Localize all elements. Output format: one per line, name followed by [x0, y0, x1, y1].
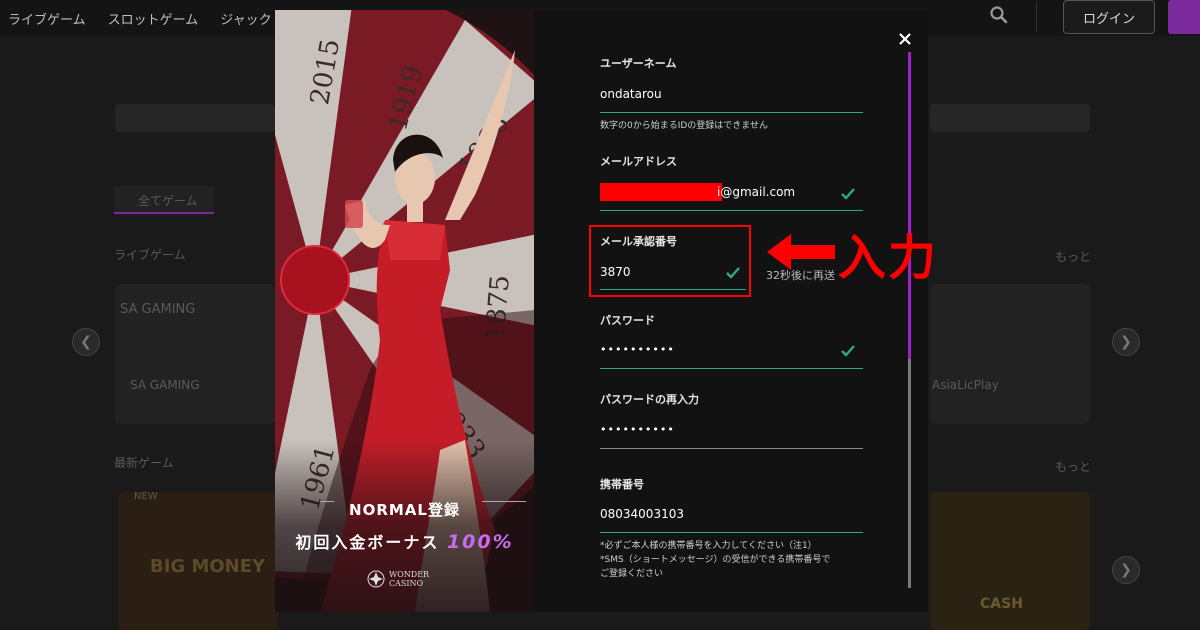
nav-item-jackpot[interactable]: ジャック [220, 9, 271, 28]
game-card-right[interactable] [930, 284, 1090, 424]
brand-logo: WONDER CASINO [367, 570, 429, 588]
game-title-big-money: BIG MONEY [150, 556, 266, 577]
password-confirm-input[interactable]: •••••••••• [600, 423, 675, 436]
phone-underline [600, 532, 863, 533]
provider-caption-right: AsiaLicPlay [932, 378, 999, 392]
promo-illustration: 2015 1919 1968 1875 1933 1961 [275, 10, 534, 612]
promo-bonus-percent: 100% [446, 531, 514, 553]
password-underline [600, 368, 863, 369]
email-valid-check-icon [841, 188, 855, 200]
new-badge: NEW [134, 491, 158, 502]
phone-input[interactable]: 08034003103 [600, 507, 684, 521]
category-tab-label: 全てゲーム [138, 194, 198, 208]
game-title-cash: CASH [980, 596, 1023, 612]
live-games-heading: ライブゲーム [114, 248, 186, 262]
promo-bonus-text: 初回入金ボーナス [295, 533, 440, 552]
more-link-live[interactable]: もっと [1055, 248, 1091, 265]
carousel-next-arrow[interactable]: ❯ [1112, 328, 1140, 356]
username-hint: 数字の0から始まるIDの登録はできません [600, 121, 769, 131]
password-label: パスワード [600, 314, 655, 327]
promo-bonus: 初回入金ボーナス 100% [275, 529, 534, 553]
password-confirm-underline [600, 448, 863, 449]
nav-divider [1036, 2, 1037, 32]
page: ライブゲーム スロットゲーム ジャック ログイン 全てゲーム ライブゲーム もっ… [0, 0, 1200, 630]
more-link-slots[interactable]: もっと [1055, 458, 1091, 475]
email-label: メールアドレス [600, 155, 677, 168]
password-input[interactable]: •••••••••• [600, 343, 675, 356]
nav-item-live-games[interactable]: ライブゲーム [8, 9, 86, 28]
registration-form: ユーザーネーム ondatarou 数字の0から始まるIDの登録はできません メ… [534, 10, 928, 612]
search-icon[interactable] [989, 5, 1009, 25]
login-button[interactable]: ログイン [1063, 0, 1155, 34]
promo-title: NORMAL登録 [349, 501, 460, 519]
phone-hint-line-3: ご登録ください [600, 569, 664, 579]
promo-banner-right [930, 104, 1090, 132]
annotation-arrow-icon [767, 234, 835, 270]
provider-label-left: SA GAMING [120, 302, 196, 317]
annotation-label: 入力 [838, 230, 939, 286]
username-underline [600, 112, 863, 113]
nav-item-slot-games[interactable]: スロットゲーム [108, 9, 199, 28]
signup-button[interactable] [1168, 0, 1200, 34]
carousel-prev-arrow[interactable]: ❮ [72, 328, 100, 356]
username-input[interactable]: ondatarou [600, 87, 662, 101]
email-underline [600, 210, 863, 211]
brand-line-1: WONDER [389, 570, 430, 579]
brand-line-2: CASINO [389, 579, 424, 588]
close-icon[interactable] [898, 32, 912, 46]
phone-hint-line-2: *SMS（ショートメッセージ）の受信ができる携帯番号で [600, 555, 831, 565]
password-valid-check-icon [841, 345, 855, 357]
username-label: ユーザーネーム [600, 57, 677, 70]
verification-highlight-box [589, 225, 751, 297]
email-redaction [600, 183, 722, 201]
scrollbar-thumb[interactable] [908, 52, 911, 359]
promo-panel: 2015 1919 1968 1875 1933 1961 [275, 10, 534, 612]
provider-caption-left: SA GAMING [130, 378, 200, 392]
phone-label: 携帯番号 [600, 478, 644, 491]
carousel-next-arrow-slots[interactable]: ❯ [1112, 556, 1140, 584]
slot-games-heading: 最新ゲーム [114, 456, 174, 470]
email-input[interactable]: i@gmail.com [717, 185, 795, 199]
promo-banner-left [115, 104, 275, 132]
phone-hint-line-1: *必ずご本人様の携帯番号を入力してください（注1） [600, 541, 817, 551]
wonder-casino-emblem-icon [367, 570, 385, 588]
password-confirm-label: パスワードの再入力 [600, 393, 699, 406]
